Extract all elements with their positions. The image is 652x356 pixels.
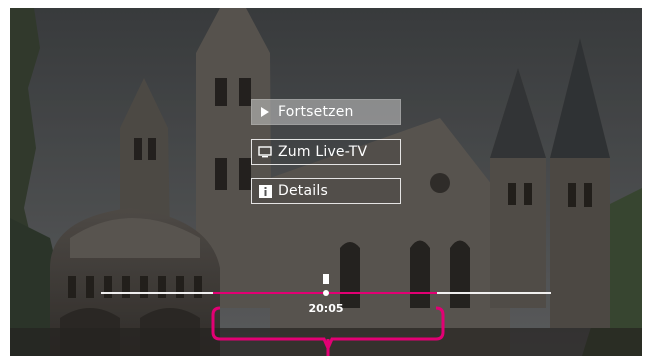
live-tv-button[interactable]: Zum Live-TV: [251, 139, 401, 165]
playhead[interactable]: [323, 290, 329, 296]
play-icon: [258, 105, 272, 119]
details-button[interactable]: Details: [251, 178, 401, 204]
pause-icon: [321, 274, 331, 284]
tv-icon: [258, 145, 272, 159]
details-label: Details: [278, 183, 328, 199]
selection-bracket: [211, 306, 445, 356]
live-tv-label: Zum Live-TV: [278, 144, 368, 160]
resume-button[interactable]: Fortsetzen: [251, 99, 401, 125]
resume-label: Fortsetzen: [278, 104, 354, 120]
info-icon: [258, 184, 272, 198]
